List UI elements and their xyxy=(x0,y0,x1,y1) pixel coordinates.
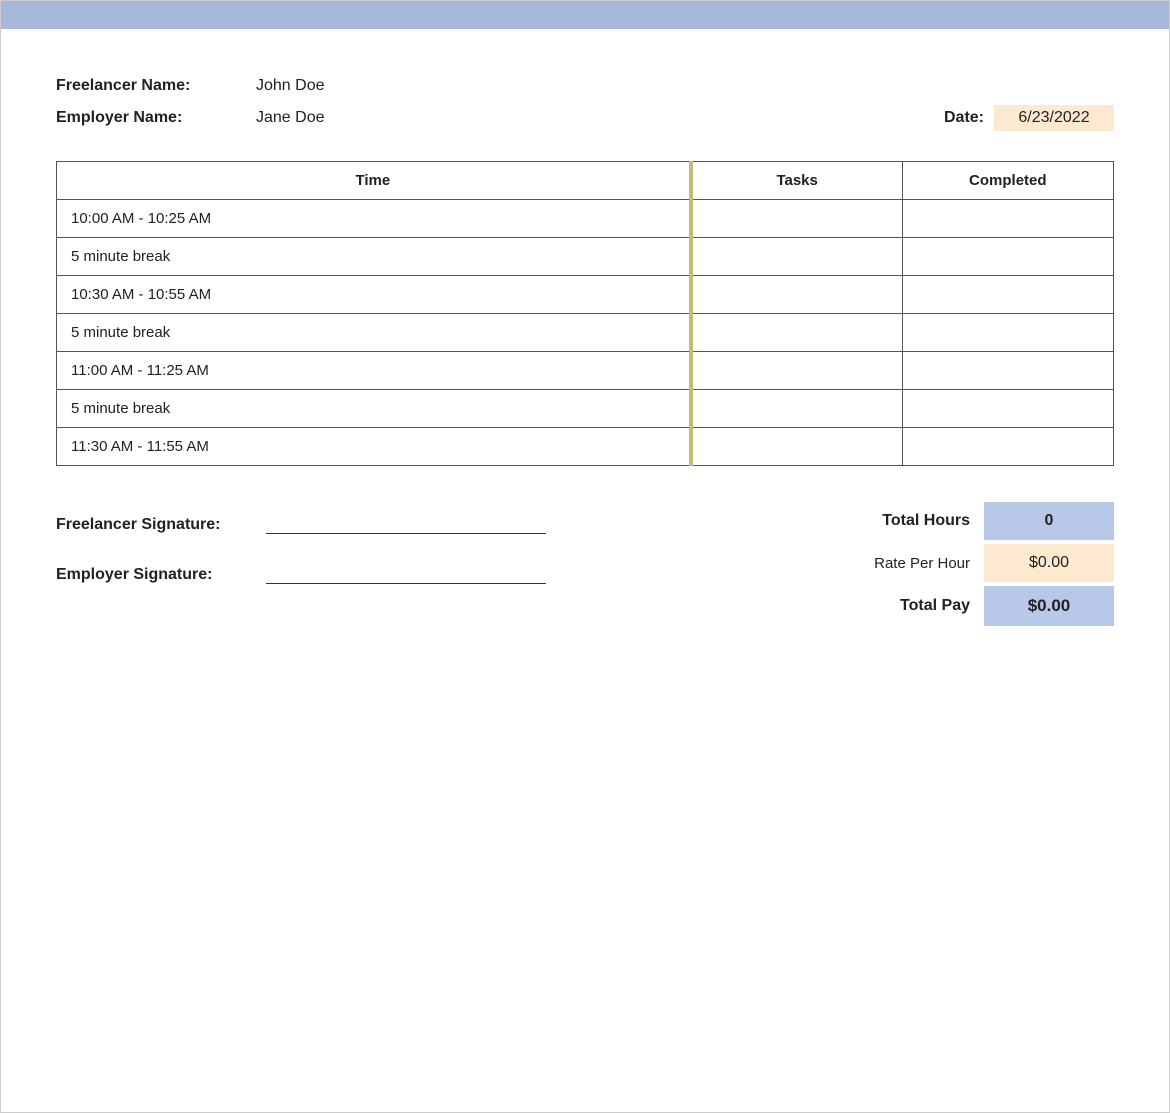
time-cell: 10:00 AM - 10:25 AM xyxy=(57,200,691,238)
tasks-cell xyxy=(691,352,902,390)
completed-header: Completed xyxy=(902,162,1113,200)
freelancer-sig-line xyxy=(266,512,546,534)
completed-cell xyxy=(902,390,1113,428)
signatures-section: Freelancer Signature: Employer Signature… xyxy=(56,502,774,584)
content-area: Freelancer Name: John Doe Employer Name:… xyxy=(1,29,1169,660)
freelancer-sig-row: Freelancer Signature: xyxy=(56,512,774,534)
table-row: 5 minute break xyxy=(57,238,1114,276)
employer-sig-row: Employer Signature: xyxy=(56,562,774,584)
employer-sig-label: Employer Signature: xyxy=(56,566,266,584)
date-value: 6/23/2022 xyxy=(994,105,1114,131)
time-cell: 10:30 AM - 10:55 AM xyxy=(57,276,691,314)
table-row: 11:00 AM - 11:25 AM xyxy=(57,352,1114,390)
time-header: Time xyxy=(57,162,691,200)
rate-row: Rate Per Hour $0.00 xyxy=(774,544,1114,582)
freelancer-row: Freelancer Name: John Doe xyxy=(56,77,1114,95)
meta-section: Freelancer Name: John Doe Employer Name:… xyxy=(56,77,1114,131)
invoice-page: Freelancer Name: John Doe Employer Name:… xyxy=(0,0,1170,1113)
time-cell: 5 minute break xyxy=(57,238,691,276)
completed-cell xyxy=(902,200,1113,238)
rate-label: Rate Per Hour xyxy=(814,555,984,572)
table-row: 11:30 AM - 11:55 AM xyxy=(57,428,1114,466)
total-hours-value: 0 xyxy=(984,502,1114,540)
completed-cell xyxy=(902,276,1113,314)
date-section: Date: 6/23/2022 xyxy=(944,105,1114,131)
rate-value: $0.00 xyxy=(984,544,1114,582)
table-header-row: Time Tasks Completed xyxy=(57,162,1114,200)
time-cell: 11:00 AM - 11:25 AM xyxy=(57,352,691,390)
tasks-cell xyxy=(691,390,902,428)
completed-cell xyxy=(902,428,1113,466)
total-pay-label: Total Pay xyxy=(814,597,984,615)
completed-cell xyxy=(902,238,1113,276)
time-cell: 11:30 AM - 11:55 AM xyxy=(57,428,691,466)
tasks-cell xyxy=(691,314,902,352)
employer-name-value: Jane Doe xyxy=(256,109,325,127)
total-pay-value: $0.00 xyxy=(984,586,1114,626)
totals-section: Total Hours 0 Rate Per Hour $0.00 Total … xyxy=(774,502,1114,630)
time-cell: 5 minute break xyxy=(57,314,691,352)
employer-name-label: Employer Name: xyxy=(56,109,256,127)
tasks-header: Tasks xyxy=(691,162,902,200)
timesheet-table: Time Tasks Completed 10:00 AM - 10:25 AM… xyxy=(56,161,1114,466)
table-row: 10:00 AM - 10:25 AM xyxy=(57,200,1114,238)
freelancer-name-label: Freelancer Name: xyxy=(56,77,256,95)
table-section: Time Tasks Completed 10:00 AM - 10:25 AM… xyxy=(56,161,1114,466)
header-bar xyxy=(1,1,1169,29)
summary-section: Freelancer Signature: Employer Signature… xyxy=(56,502,1114,630)
date-label: Date: xyxy=(944,109,984,127)
completed-cell xyxy=(902,352,1113,390)
table-row: 5 minute break xyxy=(57,314,1114,352)
total-hours-row: Total Hours 0 xyxy=(774,502,1114,540)
total-hours-label: Total Hours xyxy=(814,512,984,530)
employer-sig-line xyxy=(266,562,546,584)
time-cell: 5 minute break xyxy=(57,390,691,428)
tasks-cell xyxy=(691,238,902,276)
freelancer-sig-label: Freelancer Signature: xyxy=(56,516,266,534)
tasks-cell xyxy=(691,200,902,238)
freelancer-name-value: John Doe xyxy=(256,77,325,95)
employer-row: Employer Name: Jane Doe Date: 6/23/2022 xyxy=(56,105,1114,131)
table-row: 10:30 AM - 10:55 AM xyxy=(57,276,1114,314)
completed-cell xyxy=(902,314,1113,352)
total-pay-row: Total Pay $0.00 xyxy=(774,586,1114,626)
tasks-cell xyxy=(691,428,902,466)
table-row: 5 minute break xyxy=(57,390,1114,428)
tasks-cell xyxy=(691,276,902,314)
